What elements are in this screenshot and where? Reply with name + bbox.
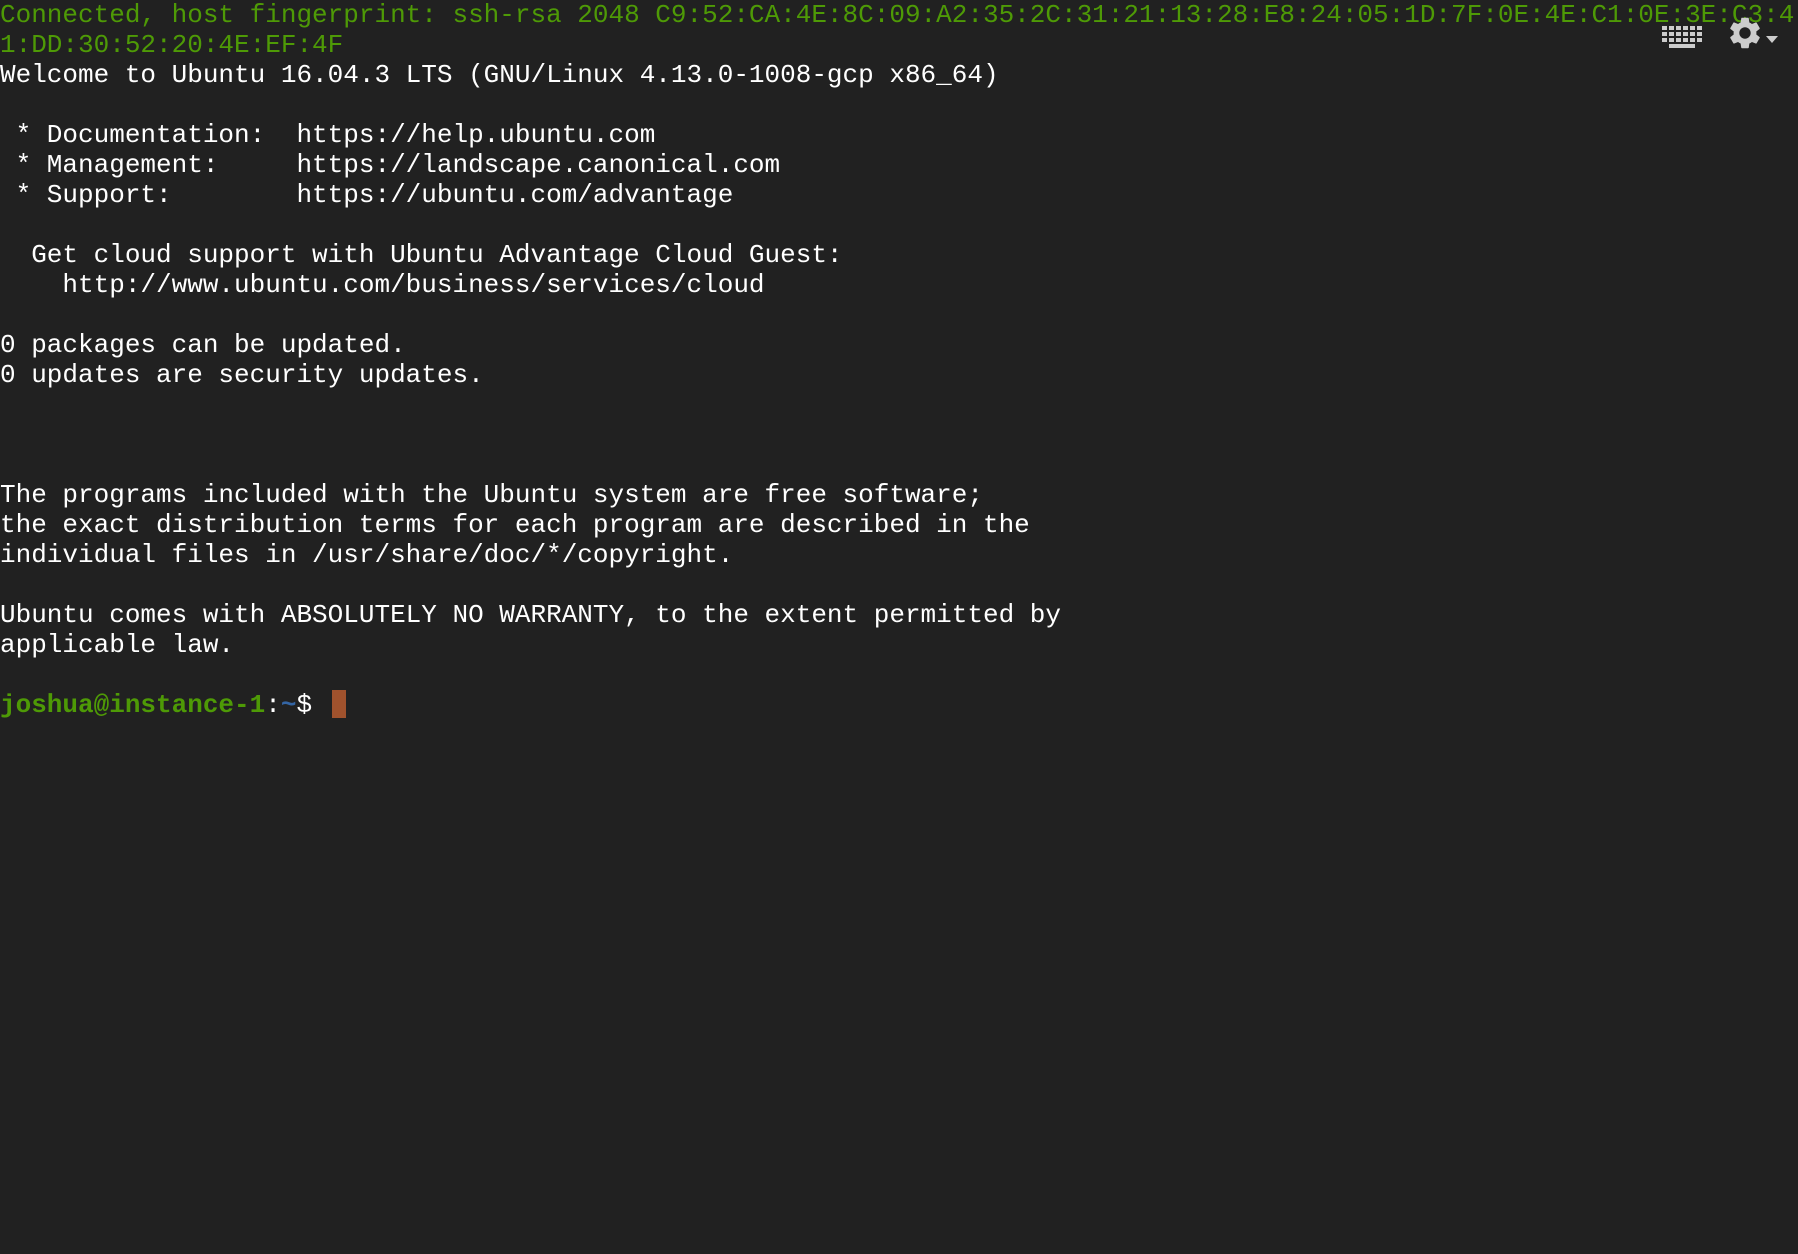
legal-line: the exact distribution terms for each pr… xyxy=(0,510,1030,540)
warranty-line: Ubuntu comes with ABSOLUTELY NO WARRANTY… xyxy=(0,600,1061,630)
fingerprint-line-continued: 1:DD:30:52:20:4E:EF:4F xyxy=(0,30,344,60)
management-line: * Management: https://landscape.canonica… xyxy=(0,150,781,180)
text-cursor xyxy=(331,690,346,718)
prompt-colon: : xyxy=(265,690,281,720)
support-line: * Support: https://ubuntu.com/advantage xyxy=(0,180,734,210)
terminal-output[interactable]: Connected, host fingerprint: ssh-rsa 204… xyxy=(0,0,1798,720)
terminal-toolbar xyxy=(1660,14,1778,60)
keyboard-icon[interactable] xyxy=(1660,24,1704,50)
legal-line: individual files in /usr/share/doc/*/cop… xyxy=(0,540,734,570)
prompt-path: ~ xyxy=(280,690,297,720)
gear-icon xyxy=(1726,14,1764,60)
cloud-support-url: http://www.ubuntu.com/business/services/… xyxy=(0,270,765,300)
warranty-line: applicable law. xyxy=(0,630,235,660)
fingerprint-line: Connected, host fingerprint: ssh-rsa 204… xyxy=(0,0,1795,30)
terminal-window[interactable]: Connected, host fingerprint: ssh-rsa 204… xyxy=(0,0,1798,1254)
chevron-down-icon xyxy=(1766,22,1778,52)
settings-menu-button[interactable] xyxy=(1726,14,1778,60)
security-updates-line: 0 updates are security updates. xyxy=(0,360,484,390)
prompt-symbol: $ xyxy=(296,690,328,720)
packages-line: 0 packages can be updated. xyxy=(0,330,406,360)
documentation-line: * Documentation: https://help.ubuntu.com xyxy=(0,120,656,150)
shell-prompt[interactable]: joshua@instance-1:~$ xyxy=(0,690,1798,720)
legal-line: The programs included with the Ubuntu sy… xyxy=(0,480,983,510)
welcome-line: Welcome to Ubuntu 16.04.3 LTS (GNU/Linux… xyxy=(0,60,999,90)
prompt-user: joshua@instance-1 xyxy=(0,690,266,720)
cloud-support-line: Get cloud support with Ubuntu Advantage … xyxy=(0,240,843,270)
